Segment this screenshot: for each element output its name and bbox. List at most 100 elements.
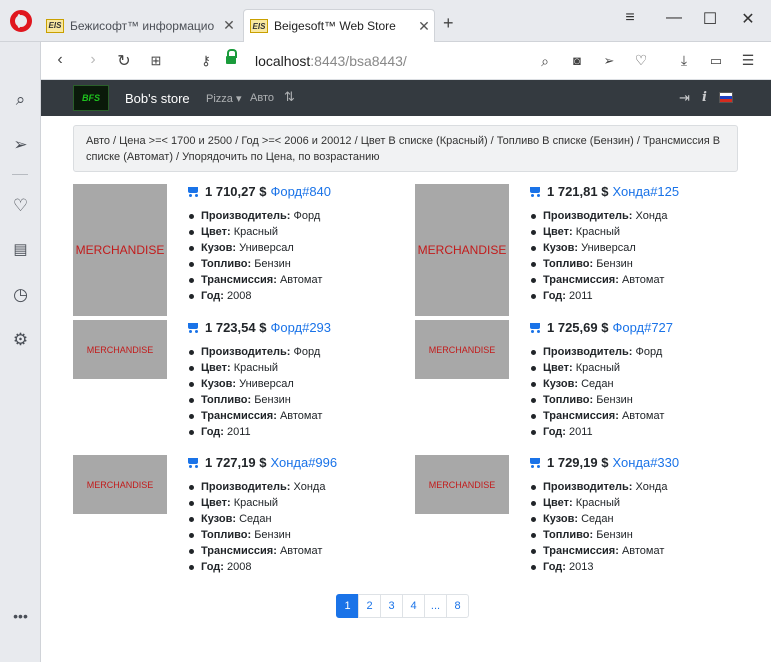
attribute-label: Производитель:: [543, 346, 633, 358]
attribute-body: Кузов: Универсал: [189, 376, 416, 392]
attribute-value: Универсал: [239, 378, 294, 390]
url-field[interactable]: localhost:8443/bsa8443/: [255, 53, 407, 69]
attribute-body: Кузов: Седан: [189, 511, 416, 527]
attribute-value: Автомат: [621, 410, 665, 422]
attribute-body: Кузов: Седан: [531, 511, 758, 527]
attribute-label: Год:: [543, 290, 566, 302]
page-4[interactable]: 4: [402, 594, 425, 618]
attribute-label: Цвет:: [201, 226, 231, 238]
send-icon[interactable]: ➢: [0, 135, 41, 155]
sliders-icon[interactable]: ☰: [739, 52, 757, 69]
caret-down-icon: ▾: [232, 93, 242, 105]
attribute-value: Седан: [581, 378, 614, 390]
attribute-value: Седан: [581, 513, 614, 525]
nav-auto[interactable]: Авто: [250, 92, 274, 104]
attribute-trans: Трансмиссия: Автомат: [531, 408, 758, 424]
heart-icon[interactable]: ♡: [0, 196, 41, 216]
attribute-label: Год:: [201, 561, 224, 573]
attribute-label: Год:: [201, 426, 224, 438]
cart-icon[interactable]: [186, 322, 200, 333]
attribute-label: Цвет:: [543, 226, 573, 238]
brand-name[interactable]: Bob's store: [125, 91, 190, 106]
maximize-icon[interactable]: ☐: [700, 9, 720, 29]
web-page: BFS Bob's store Pizza ▾ Авто ⇅ ⇥ i Авто …: [41, 80, 771, 662]
attribute-value: Хонда: [635, 481, 668, 493]
cart-icon[interactable]: [528, 186, 542, 197]
sidebar-divider: [12, 174, 28, 175]
product-link[interactable]: Хонда#996: [270, 455, 337, 470]
tab-web-store[interactable]: EIS Beigesoft™ Web Store ✕: [243, 9, 435, 42]
product-link[interactable]: Форд#293: [270, 320, 331, 335]
attribute-label: Кузов:: [543, 513, 579, 525]
cart-icon[interactable]: [528, 457, 542, 468]
attribute-year: Год: 2011: [189, 424, 416, 440]
tab-close-icon[interactable]: ✕: [414, 18, 434, 35]
close-window-icon[interactable]: ✕: [738, 9, 758, 29]
russian-flag-icon[interactable]: [719, 92, 733, 103]
grid-icon[interactable]: ⊞: [147, 53, 165, 69]
attribute-label: Кузов:: [201, 242, 237, 254]
attribute-label: Топливо:: [201, 258, 252, 270]
product-image[interactable]: MERCHANDISE: [73, 320, 167, 379]
new-tab-icon[interactable]: +: [443, 13, 454, 34]
battery-icon[interactable]: ▭: [707, 53, 725, 69]
news-icon[interactable]: ▤: [0, 240, 41, 258]
reload-icon[interactable]: ↻: [115, 51, 133, 71]
attribute-value: Хонда: [293, 481, 326, 493]
attribute-value: Бензин: [596, 258, 633, 270]
attribute-value: Автомат: [279, 545, 323, 557]
camera-icon[interactable]: ◙: [568, 53, 586, 68]
forward-icon[interactable]: ›: [84, 51, 102, 69]
page-2[interactable]: 2: [358, 594, 381, 618]
login-icon[interactable]: ⇥: [679, 90, 690, 106]
cart-icon[interactable]: [186, 457, 200, 468]
product-image[interactable]: MERCHANDISE: [73, 184, 167, 316]
attribute-fuel: Топливо: Бензин: [189, 256, 416, 272]
minimize-icon[interactable]: —: [664, 9, 684, 27]
cart-icon[interactable]: [186, 186, 200, 197]
info-icon[interactable]: i: [702, 90, 707, 105]
product-image[interactable]: MERCHANDISE: [415, 320, 509, 379]
history-icon[interactable]: ◷: [0, 285, 41, 305]
tab-menu-icon[interactable]: ≡: [620, 9, 640, 27]
product-price: 1 725,69 $: [547, 320, 609, 335]
page-1[interactable]: 1: [336, 594, 359, 618]
download-icon[interactable]: ⤓: [675, 52, 693, 69]
page-3[interactable]: 3: [380, 594, 403, 618]
product-link[interactable]: Хонда#330: [612, 455, 679, 470]
cart-icon[interactable]: [528, 322, 542, 333]
product-link[interactable]: Форд#727: [612, 320, 673, 335]
opera-sidebar: ⌕ ➢ ♡ ▤ ◷ ⚙ •••: [0, 42, 41, 662]
attribute-year: Год: 2011: [531, 424, 758, 440]
attribute-label: Трансмиссия:: [201, 545, 277, 557]
attribute-trans: Трансмиссия: Автомат: [531, 543, 758, 559]
nav-pizza-dropdown[interactable]: Pizza ▾: [206, 92, 241, 105]
attribute-label: Год:: [543, 561, 566, 573]
settings-icon[interactable]: ⚙: [0, 330, 41, 350]
sort-icon[interactable]: ⇅: [284, 89, 295, 105]
attribute-color: Цвет: Красный: [531, 224, 758, 240]
product-image[interactable]: MERCHANDISE: [73, 455, 167, 514]
attribute-color: Цвет: Красный: [531, 360, 758, 376]
heart-icon[interactable]: ♡: [632, 52, 650, 69]
brand-logo[interactable]: BFS: [73, 85, 109, 111]
product-price-line: 1 727,19 $ Хонда#996: [186, 455, 416, 470]
product-image[interactable]: MERCHANDISE: [415, 184, 509, 316]
page-8[interactable]: 8: [446, 594, 469, 618]
back-icon[interactable]: ‹: [51, 51, 69, 69]
key-icon[interactable]: ⚷: [197, 53, 215, 69]
search-icon[interactable]: ⌕: [0, 90, 41, 110]
product-image[interactable]: MERCHANDISE: [415, 455, 509, 514]
product-attributes: Производитель: Форд Цвет: Красный Кузов: У…: [186, 208, 416, 304]
opera-menu-icon[interactable]: [10, 10, 32, 32]
search-icon[interactable]: ⌕: [536, 53, 554, 70]
attribute-fuel: Топливо: Бензин: [531, 527, 758, 543]
more-icon[interactable]: •••: [0, 608, 41, 624]
product-link[interactable]: Форд#840: [270, 184, 331, 199]
attribute-value: Автомат: [621, 274, 665, 286]
send-icon[interactable]: ➢: [600, 53, 618, 69]
tab-close-icon[interactable]: ✕: [219, 17, 239, 34]
tab-beigesoft-info[interactable]: EIS Бежисофт™ информацио ✕: [40, 9, 239, 42]
product-link[interactable]: Хонда#125: [612, 184, 679, 199]
eis-favicon-icon: EIS: [46, 18, 64, 33]
